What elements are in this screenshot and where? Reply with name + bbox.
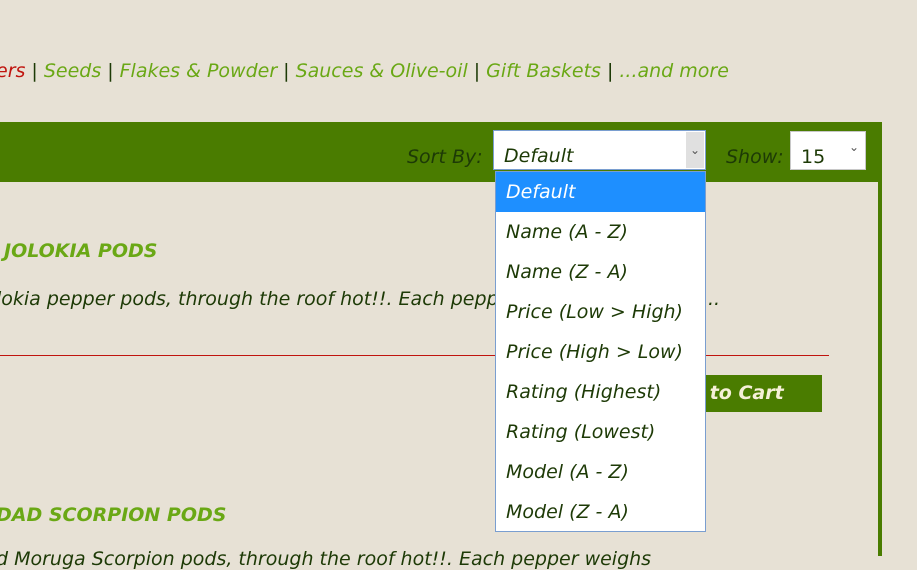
product-description-ellipsis: .. — [708, 288, 721, 310]
nav-item-more[interactable]: ...and more — [619, 60, 729, 82]
content-border — [878, 182, 882, 556]
chevron-down-icon: ⌄ — [848, 140, 859, 154]
nav-separator: | — [31, 60, 38, 82]
sort-select[interactable]: Default ⌄ — [493, 130, 706, 170]
sort-option-model-asc[interactable]: Model (A - Z) — [496, 452, 705, 492]
nav-separator: | — [283, 60, 290, 82]
product-description: lokia pepper pods, through the roof hot!… — [0, 288, 499, 310]
nav-item-peppers[interactable]: ers — [0, 60, 25, 82]
sort-option-rating-highest[interactable]: Rating (Highest) — [496, 372, 705, 412]
sort-option-price-desc[interactable]: Price (High > Low) — [496, 332, 705, 372]
nav-separator: | — [606, 60, 614, 82]
show-label: Show: — [726, 146, 784, 168]
sort-option-price-asc[interactable]: Price (Low > High) — [496, 292, 705, 332]
show-select-value: 15 — [801, 146, 826, 168]
sort-option-rating-lowest[interactable]: Rating (Lowest) — [496, 412, 705, 452]
product-description: d Moruga Scorpion pods, through the roof… — [0, 548, 652, 570]
nav-item-flakes-powder[interactable]: Flakes & Powder — [120, 60, 278, 82]
nav-separator: | — [107, 60, 114, 82]
show-count-select[interactable]: 15 ⌄ — [790, 131, 866, 170]
product-title[interactable]: DAD SCORPION PODS — [0, 504, 226, 526]
sort-option-name-desc[interactable]: Name (Z - A) — [496, 252, 705, 292]
category-nav: ers|Seeds|Flakes & Powder|Sauces & Olive… — [0, 60, 729, 82]
nav-item-seeds[interactable]: Seeds — [44, 60, 101, 82]
sort-by-label: Sort By: — [407, 146, 483, 168]
nav-item-gift-baskets[interactable]: Gift Baskets — [486, 60, 601, 82]
sort-option-default[interactable]: Default — [496, 172, 705, 212]
nav-separator: | — [473, 60, 481, 82]
chevron-down-icon[interactable]: ⌄ — [686, 132, 704, 168]
nav-item-sauces-olive-oil[interactable]: Sauces & Olive-oil — [296, 60, 468, 82]
product-title[interactable]: JOLOKIA PODS — [4, 240, 157, 262]
sort-option-model-desc[interactable]: Model (Z - A) — [496, 492, 705, 531]
sort-option-name-asc[interactable]: Name (A - Z) — [496, 212, 705, 252]
sort-select-value: Default — [504, 145, 574, 167]
sort-options-list: Default Name (A - Z) Name (Z - A) Price … — [495, 171, 706, 532]
